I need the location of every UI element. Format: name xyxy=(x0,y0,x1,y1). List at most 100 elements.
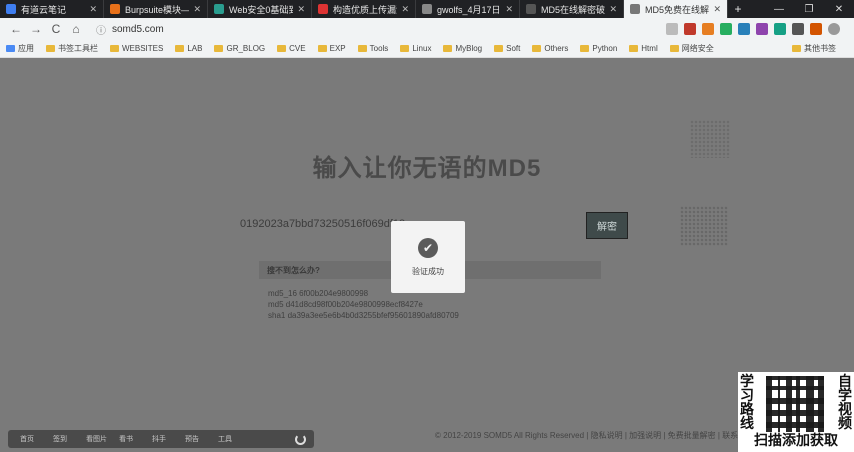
tab-close-icon[interactable]: ✕ xyxy=(713,4,721,15)
taskbar-item[interactable]: 首页 xyxy=(16,434,49,444)
bookmark-folder[interactable]: MyBlog xyxy=(443,44,482,53)
folder-icon xyxy=(317,45,327,52)
promo-bottom-text: 扫描添加获取 xyxy=(754,432,838,448)
tab-close-icon[interactable]: ✕ xyxy=(193,4,201,15)
bookmark-folder[interactable]: Tools xyxy=(357,44,389,53)
restore-icon[interactable]: ❐ xyxy=(794,0,824,18)
tab-favicon-icon xyxy=(318,4,328,14)
bookmark-folder[interactable]: 网络安全 xyxy=(669,43,714,54)
bookmark-label: EXP xyxy=(329,44,346,53)
tab-close-icon[interactable]: ✕ xyxy=(609,4,617,15)
tab-upload[interactable]: 构造优质上传漏洞 ✕ xyxy=(312,0,416,18)
tab-burpsuite[interactable]: Burpsuite模块— ✕ xyxy=(104,0,208,18)
tab-youdao[interactable]: 有道云笔记 ✕ xyxy=(0,0,104,18)
profile-icon[interactable] xyxy=(828,23,840,35)
tab-favicon-icon xyxy=(110,4,120,14)
star-icon[interactable] xyxy=(666,23,678,35)
check-icon: ✔ xyxy=(418,237,438,258)
minimize-icon[interactable]: — xyxy=(764,0,794,18)
extension-icon[interactable] xyxy=(756,23,768,35)
tab-gwolfs[interactable]: gwolfs_4月17日 ✕ xyxy=(416,0,520,18)
page-footer: © 2012-2019 SOMD5 All Rights Reserved | … xyxy=(435,431,755,440)
forward-icon[interactable]: → xyxy=(26,19,46,39)
tab-title: 有道云笔记 xyxy=(21,4,67,15)
promo-right-text: 自学视频 xyxy=(838,373,852,431)
home-icon[interactable]: ⌂ xyxy=(66,19,86,39)
extension-icon[interactable] xyxy=(792,23,804,35)
extension-icon[interactable] xyxy=(738,23,750,35)
bookmark-label: 应用 xyxy=(18,44,34,53)
folder-icon xyxy=(110,45,119,52)
site-info-icon[interactable]: ⓘ xyxy=(96,22,106,37)
extension-icon[interactable] xyxy=(774,23,786,35)
extension-icons xyxy=(666,23,840,35)
bookmark-label: Html xyxy=(641,44,658,53)
extension-icon[interactable] xyxy=(702,23,714,35)
tab-title: Web安全0基础到 xyxy=(229,4,294,15)
bookmark-label: WEBSITES xyxy=(122,44,164,53)
taskbar-item[interactable]: 预告 xyxy=(181,434,214,444)
taskbar-item[interactable]: 签到 xyxy=(49,434,82,444)
toast-message: 验证成功 xyxy=(412,266,444,276)
bookmark-folder[interactable]: CVE xyxy=(277,44,306,53)
bookmark-folder[interactable]: Others xyxy=(532,44,568,53)
folder-icon xyxy=(792,45,801,52)
bookmark-label: 书签工具栏 xyxy=(58,44,98,53)
bookmark-folder[interactable]: Soft xyxy=(494,44,520,53)
url-text: somd5.com xyxy=(112,23,164,35)
tab-close-icon[interactable]: ✕ xyxy=(401,4,409,15)
extension-icon[interactable] xyxy=(684,23,696,35)
address-bar[interactable]: ⓘ somd5.com xyxy=(96,22,666,37)
decrypt-button[interactable]: 解密 xyxy=(586,212,628,239)
bookmark-folder[interactable]: 书签工具栏 xyxy=(46,43,98,54)
extension-icon[interactable] xyxy=(810,23,822,35)
result-line: sha1 da39a3ee5e6b4b0d3255bfef95601890afd… xyxy=(268,311,459,320)
bookmark-label: Tools xyxy=(369,44,389,53)
taskbar-item[interactable]: 看图片 xyxy=(82,434,115,444)
bookmark-folder[interactable]: Html xyxy=(629,44,658,53)
tab-md5-free[interactable]: MD5免费在线解 ✕ xyxy=(624,0,728,18)
tab-close-icon[interactable]: ✕ xyxy=(505,4,513,15)
folder-icon xyxy=(175,45,185,52)
folder-icon xyxy=(532,45,542,52)
bookmark-folder[interactable]: LAB xyxy=(175,44,202,53)
bookmarks-bar: 应用 书签工具栏 WEBSITES LAB GR_BLOG CVE EXP To… xyxy=(0,40,854,58)
promo-qr-overlay: 学习路线 自学视频 扫描添加获取 xyxy=(738,372,854,452)
other-bookmarks[interactable]: 其他书签 xyxy=(792,43,836,54)
tab-favicon-icon xyxy=(526,4,536,14)
folder-icon xyxy=(357,45,367,52)
window-controls: — ❐ ✕ xyxy=(764,0,854,18)
floating-taskbar: 首页 签到 看图片 看书 抖手 预告 工具 xyxy=(8,430,314,448)
new-tab-button[interactable]: + xyxy=(728,0,748,18)
tab-title: Burpsuite模块— xyxy=(125,4,190,15)
bookmark-folder[interactable]: Linux xyxy=(400,44,431,53)
back-icon[interactable]: ← xyxy=(6,19,26,39)
bookmark-folder[interactable]: GR_BLOG xyxy=(214,44,265,53)
tab-close-icon[interactable]: ✕ xyxy=(297,4,305,15)
bookmark-folder[interactable]: Python xyxy=(580,44,617,53)
tab-websec[interactable]: Web安全0基础到 ✕ xyxy=(208,0,312,18)
folder-icon xyxy=(669,45,679,52)
tab-md5-crack[interactable]: MD5在线解密破解✕ xyxy=(520,0,624,18)
bookmark-folder[interactable]: EXP xyxy=(317,44,346,53)
extension-icon[interactable] xyxy=(720,23,732,35)
tab-title: 构造优质上传漏洞 xyxy=(333,4,397,15)
tab-title: gwolfs_4月17日 xyxy=(437,4,501,15)
tab-title: MD5在线解密破解 xyxy=(541,4,606,15)
folder-icon xyxy=(214,45,224,52)
bookmark-label: LAB xyxy=(187,44,203,53)
tab-favicon-icon xyxy=(630,4,640,14)
bookmark-folder[interactable]: WEBSITES xyxy=(110,44,163,53)
bookmark-label: Linux xyxy=(412,44,432,53)
bookmark-label: Others xyxy=(544,44,569,53)
tab-close-icon[interactable]: ✕ xyxy=(89,4,97,15)
loading-spinner-icon xyxy=(295,433,306,445)
bookmark-label: Soft xyxy=(506,44,521,53)
taskbar-item[interactable]: 抖手 xyxy=(148,434,181,444)
bookmark-apps[interactable]: 应用 xyxy=(6,43,34,54)
taskbar-item[interactable]: 看书 xyxy=(115,434,148,444)
tab-favicon-icon xyxy=(422,4,432,14)
reload-icon[interactable]: C xyxy=(46,19,66,39)
close-window-icon[interactable]: ✕ xyxy=(824,0,854,18)
taskbar-item[interactable]: 工具 xyxy=(214,434,247,444)
